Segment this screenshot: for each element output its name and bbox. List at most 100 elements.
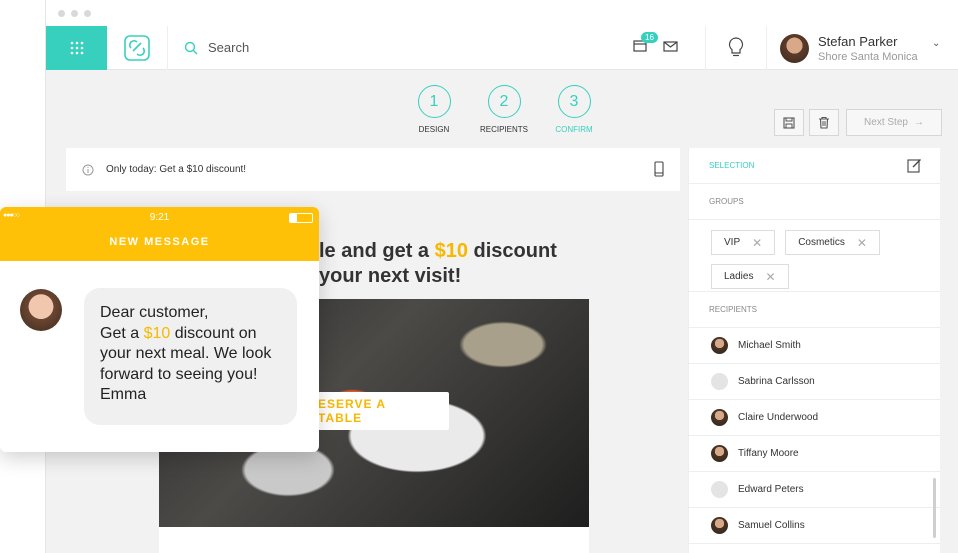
avatar: [711, 517, 728, 534]
message-line: your next meal. We look: [100, 345, 272, 362]
sms-title: NEW MESSAGE: [109, 236, 210, 248]
recipient-row[interactable]: Michael Smith: [689, 328, 940, 364]
headline-text: discount: [467, 240, 557, 262]
avatar: [711, 337, 728, 354]
step-confirm[interactable]: 3 CONFIRM: [554, 85, 594, 134]
logo-icon: [124, 34, 150, 61]
message-line: Dear customer,: [100, 304, 209, 321]
step-label: RECIPIENTS: [480, 125, 529, 134]
avatar: [780, 33, 809, 63]
message-amount: $10: [143, 324, 171, 342]
step-number: 3: [557, 85, 591, 118]
avatar: [711, 409, 728, 426]
avatar: [711, 445, 728, 462]
save-icon: [783, 116, 795, 129]
step-number: 2: [487, 85, 521, 118]
preview-info-bar: Only today: Get a $10 discount!: [66, 148, 680, 191]
selection-label: SELECTION: [709, 161, 755, 170]
brand-logo[interactable]: [107, 25, 168, 70]
chevron-down-icon[interactable]: ⌄: [932, 38, 940, 49]
message-text: discount on: [170, 324, 257, 342]
toolbar-actions: Next Step →: [774, 109, 942, 136]
recipient-row[interactable]: Tiffany Moore: [689, 436, 940, 472]
group-tag[interactable]: VIP ✕: [711, 230, 776, 255]
delete-button[interactable]: [809, 109, 839, 136]
sms-header: ●●●○○ 9:21 NEW MESSAGE: [0, 207, 319, 261]
step-number: 1: [417, 85, 451, 118]
mail-icon: [663, 41, 678, 52]
avatar-placeholder: [711, 373, 728, 390]
message-text: Get a: [100, 324, 144, 342]
info-icon: [82, 164, 94, 175]
close-icon[interactable]: ✕: [765, 270, 775, 284]
lightbulb-icon: [728, 37, 744, 57]
info-text: Only today: Get a $10 discount!: [106, 164, 247, 175]
next-step-label: Next Step: [864, 117, 908, 128]
scrollbar[interactable]: [933, 478, 936, 538]
user-name: Stefan Parker: [818, 33, 898, 49]
sms-preview-card: ●●●○○ 9:21 NEW MESSAGE Dear customer, Ge…: [0, 207, 319, 452]
window-dot: [58, 9, 65, 17]
email-footer: [159, 527, 589, 553]
grid-icon: [70, 41, 83, 54]
recipient-row[interactable]: Claire Underwood: [689, 400, 940, 436]
message-bubble: Dear customer, Get a $10 discount on you…: [84, 288, 297, 425]
user-location: Shore Santa Monica: [818, 50, 918, 63]
tag-label: Cosmetics: [798, 237, 845, 248]
avatar-placeholder: [711, 481, 728, 498]
calendar-button[interactable]: 16: [633, 32, 658, 57]
recipient-name: Sabrina Carlsson: [738, 376, 815, 387]
step-label: CONFIRM: [555, 125, 593, 134]
group-tag[interactable]: Cosmetics ✕: [785, 230, 880, 255]
search-icon: [184, 41, 198, 54]
recipient-name: Tiffany Moore: [738, 448, 799, 459]
recipient-name: Michael Smith: [738, 340, 801, 351]
group-tags: VIP ✕ Cosmetics ✕ Ladies ✕: [689, 220, 940, 292]
reserve-table-button[interactable]: ESERVE A TABLE: [318, 392, 449, 430]
top-navigation: Search 16 Stefan Parker Shore Santa Moni…: [46, 25, 958, 70]
next-step-button[interactable]: Next Step →: [846, 109, 942, 136]
edit-icon[interactable]: [907, 158, 922, 173]
window-dot: [71, 9, 78, 17]
recipient-name: Edward Peters: [738, 484, 804, 495]
headline-text: your next visit!: [319, 265, 462, 287]
step-design[interactable]: 1 DESIGN: [414, 85, 454, 134]
trash-icon: [819, 116, 829, 129]
recipient-name: Claire Underwood: [738, 412, 819, 423]
recipient-row[interactable]: Sabrina Carlsson: [689, 364, 940, 400]
recipient-row[interactable]: Edward Peters: [689, 472, 940, 508]
selection-header: SELECTION: [689, 148, 940, 184]
phone-time: 9:21: [149, 212, 170, 223]
mail-button[interactable]: [663, 39, 678, 57]
close-icon[interactable]: ✕: [752, 236, 762, 250]
user-menu[interactable]: Stefan Parker Shore Santa Monica: [780, 26, 918, 70]
headline-text: le and get a: [319, 240, 435, 262]
sender-avatar: [20, 289, 62, 331]
arrow-right-icon: →: [913, 117, 924, 128]
recipient-row[interactable]: Samuel Collins: [689, 508, 940, 544]
apps-grid-button[interactable]: [46, 25, 107, 70]
recipient-name: Samuel Collins: [738, 520, 805, 531]
wizard-steps: 1 DESIGN 2 RECIPIENTS 3 CONFIRM: [414, 85, 594, 134]
step-recipients[interactable]: 2 RECIPIENTS: [480, 85, 528, 134]
nav-icons: 16: [633, 26, 678, 70]
battery-icon: [289, 213, 313, 223]
mobile-preview-button[interactable]: [654, 161, 664, 180]
recipients-label: RECIPIENTS: [689, 292, 940, 328]
tag-label: VIP: [724, 237, 741, 248]
close-icon[interactable]: ✕: [857, 236, 867, 250]
selection-panel: SELECTION GROUPS VIP ✕ Cosmetics ✕ Ladie…: [688, 148, 940, 553]
message-line: Get a $10 discount on: [100, 324, 281, 345]
message-line: Emma: [100, 386, 147, 403]
group-tag[interactable]: Ladies ✕: [711, 264, 789, 289]
save-button[interactable]: [774, 109, 804, 136]
tips-button[interactable]: [705, 26, 767, 70]
step-label: DESIGN: [418, 125, 450, 134]
mobile-icon: [654, 161, 664, 177]
groups-label: GROUPS: [689, 184, 940, 220]
headline-amount: $10: [434, 240, 468, 262]
search-bar[interactable]: Search: [168, 26, 608, 70]
window-titlebar: [46, 0, 958, 26]
phone-status-bar: ●●●○○ 9:21: [0, 211, 319, 225]
search-input[interactable]: Search: [208, 40, 249, 55]
